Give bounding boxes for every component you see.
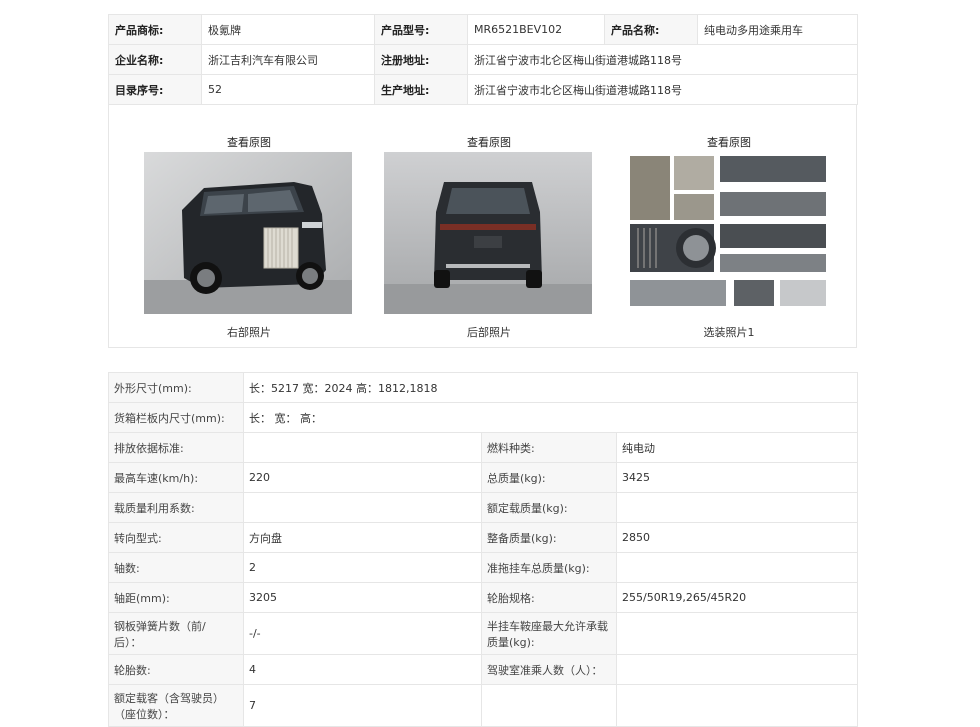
steering-type-label: 转向型式:	[108, 522, 244, 553]
product-name-label: 产品名称:	[604, 14, 698, 45]
view-original-link[interactable]: 查看原图	[624, 134, 834, 150]
max-speed-label: 最高车速(km/h):	[108, 462, 244, 493]
registered-address-value: 浙江省宁波市北仑区梅山街道港城路118号	[467, 44, 858, 75]
production-address-label: 生产地址:	[374, 74, 468, 105]
photo-caption: 选装照片1	[703, 326, 755, 339]
curb-mass-label: 整备质量(kg):	[481, 522, 617, 553]
model-label: 产品型号:	[374, 14, 468, 45]
product-name-value: 纯电动多用途乘用车	[697, 14, 858, 45]
spec-row: 最高车速(km/h): 220 总质量(kg): 3425	[108, 462, 859, 493]
rear-car-image[interactable]	[384, 152, 592, 314]
total-mass-value: 3425	[615, 462, 859, 493]
product-info-table: 产品商标: 极氪牌 产品型号: MR6521BEV102 产品名称: 纯电动多用…	[108, 14, 858, 105]
dimensions-label: 外形尺寸(mm):	[108, 372, 244, 403]
spec-row: 载质量利用系数: 额定载质量(kg):	[108, 492, 859, 523]
wheelbase-value: 3205	[243, 582, 482, 613]
catalog-number-value: 52	[201, 74, 375, 105]
load-coefficient-label: 载质量利用系数:	[108, 492, 244, 523]
optional-parts-image[interactable]	[624, 152, 832, 314]
axle-count-value: 2	[243, 552, 482, 583]
seats-label-line-2: （座位数）：	[114, 707, 175, 721]
semi-trailer-value	[615, 612, 859, 655]
spec-row: 钢板弹簧片数（前/后）： -/- 半挂车鞍座最大允许承载 质量(kg):	[108, 612, 859, 655]
axle-count-label: 轴数:	[108, 552, 244, 583]
spec-row: 货箱栏板内尺寸(mm): 长： 宽： 高：	[108, 402, 859, 433]
seats-label-line-1: 额定载客（含驾驶员）	[114, 691, 224, 705]
wheelbase-label: 轴距(mm):	[108, 582, 244, 613]
info-row-1: 产品商标: 极氪牌 产品型号: MR6521BEV102 产品名称: 纯电动多用…	[108, 14, 858, 45]
tire-spec-label: 轮胎规格:	[481, 582, 617, 613]
view-original-link[interactable]: 查看原图	[144, 134, 354, 150]
spec-row: 轴距(mm): 3205 轮胎规格: 255/50R19,265/45R20	[108, 582, 859, 613]
leaf-spring-label-line-2: 后）：	[114, 635, 142, 649]
steering-type-value: 方向盘	[243, 522, 482, 553]
tire-count-value: 4	[243, 654, 482, 685]
production-address-value: 浙江省宁波市北仑区梅山街道港城路118号	[467, 74, 858, 105]
spec-row: 排放依据标准: 燃料种类: 纯电动	[108, 432, 859, 463]
view-original-link[interactable]: 查看原图	[384, 134, 594, 150]
spec-table: 外形尺寸(mm): 长：5217 宽：2024 高：1812,1818 货箱栏板…	[108, 372, 859, 727]
rated-load-label: 额定载质量(kg):	[481, 492, 617, 523]
seats-value: 7	[243, 684, 482, 727]
dimensions-value: 长：5217 宽：2024 高：1812,1818	[242, 372, 859, 403]
cab-capacity-label: 驾驶室准乘人数（人）：	[481, 654, 617, 685]
tire-spec-value: 255/50R19,265/45R20	[615, 582, 859, 613]
leaf-spring-value: -/-	[243, 612, 482, 655]
fuel-type-label: 燃料种类:	[481, 432, 617, 463]
trailer-mass-value	[615, 552, 859, 583]
info-row-2: 企业名称: 浙江吉利汽车有限公司 注册地址: 浙江省宁波市北仑区梅山街道港城路1…	[108, 44, 858, 75]
cab-capacity-value	[615, 654, 859, 685]
fuel-type-value: 纯电动	[615, 432, 859, 463]
info-row-3: 目录序号: 52 生产地址: 浙江省宁波市北仑区梅山街道港城路118号	[108, 74, 858, 105]
photo-caption: 右部照片	[227, 326, 271, 339]
trailer-mass-label: 准拖挂车总质量(kg):	[481, 552, 617, 583]
tire-count-label: 轮胎数:	[108, 654, 244, 685]
company-value: 浙江吉利汽车有限公司	[201, 44, 375, 75]
emission-standard-label: 排放依据标准:	[108, 432, 244, 463]
spec-row: 轴数: 2 准拖挂车总质量(kg):	[108, 552, 859, 583]
registered-address-label: 注册地址:	[374, 44, 468, 75]
brand-value: 极氪牌	[201, 14, 375, 45]
max-speed-value: 220	[243, 462, 482, 493]
load-coefficient-value	[243, 492, 482, 523]
semi-trailer-label-line-2: 质量(kg):	[487, 635, 535, 649]
catalog-number-label: 目录序号:	[108, 74, 202, 105]
total-mass-label: 总质量(kg):	[481, 462, 617, 493]
curb-mass-value: 2850	[615, 522, 859, 553]
company-label: 企业名称:	[108, 44, 202, 75]
brand-label: 产品商标:	[108, 14, 202, 45]
spec-row: 转向型式: 方向盘 整备质量(kg): 2850	[108, 522, 859, 553]
empty-cell	[615, 684, 859, 727]
semi-trailer-label-line-1: 半挂车鞍座最大允许承载	[487, 619, 608, 633]
model-value: MR6521BEV102	[467, 14, 605, 45]
empty-cell	[481, 684, 617, 727]
spec-row: 轮胎数: 4 驾驶室准乘人数（人）：	[108, 654, 859, 685]
seats-label: 额定载客（含驾驶员） （座位数）：	[108, 684, 244, 727]
cargo-dimensions-label: 货箱栏板内尺寸(mm):	[108, 402, 244, 433]
leaf-spring-label: 钢板弹簧片数（前/后）：	[108, 612, 244, 655]
emission-standard-value	[243, 432, 482, 463]
cargo-dimensions-value: 长： 宽： 高：	[242, 402, 859, 433]
spec-row: 额定载客（含驾驶员） （座位数）： 7	[108, 684, 859, 727]
right-side-car-image[interactable]	[144, 152, 352, 314]
semi-trailer-label: 半挂车鞍座最大允许承载 质量(kg):	[481, 612, 617, 655]
rated-load-value	[615, 492, 859, 523]
photo-caption: 后部照片	[467, 326, 511, 339]
leaf-spring-label-line-1: 钢板弹簧片数（前/	[114, 619, 206, 633]
photo-gallery: 查看原图 右部照片 查看原图 后部照片 查看原图 选装照片1	[108, 104, 857, 348]
spec-row: 外形尺寸(mm): 长：5217 宽：2024 高：1812,1818	[108, 372, 859, 403]
